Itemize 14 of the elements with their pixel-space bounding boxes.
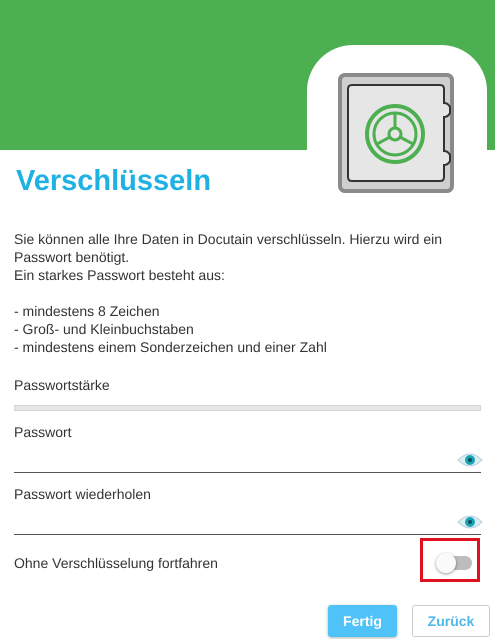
requirement-item: - mindestens 8 Zeichen [14, 302, 161, 320]
requirement-item: - mindestens einem Sonderzeichen und einer Zahl [14, 338, 328, 356]
requirement-item: - Groß- und Kleinbuchstaben [14, 320, 195, 338]
back-button[interactable]: Zurück [412, 605, 490, 637]
toggle-switch[interactable] [438, 556, 472, 570]
done-button[interactable]: Fertig [328, 605, 397, 637]
strength-label: Passwortstärke [14, 376, 110, 394]
intro-text: Sie können alle Ihre Daten in Docutain verschlüsseln. Hierzu wird ein Passwort benötigt. Ein starkes Passwort besteht aus: [14, 230, 443, 284]
field-label: Passwort wiederholen [14, 485, 151, 503]
eye-icon[interactable] [457, 514, 483, 530]
eye-icon[interactable] [457, 452, 483, 468]
field-label: Passwort [14, 423, 72, 441]
page-title: Verschlüsseln [16, 164, 212, 198]
toggle-label: Ohne Verschlüsselung fortfahren [14, 555, 218, 571]
